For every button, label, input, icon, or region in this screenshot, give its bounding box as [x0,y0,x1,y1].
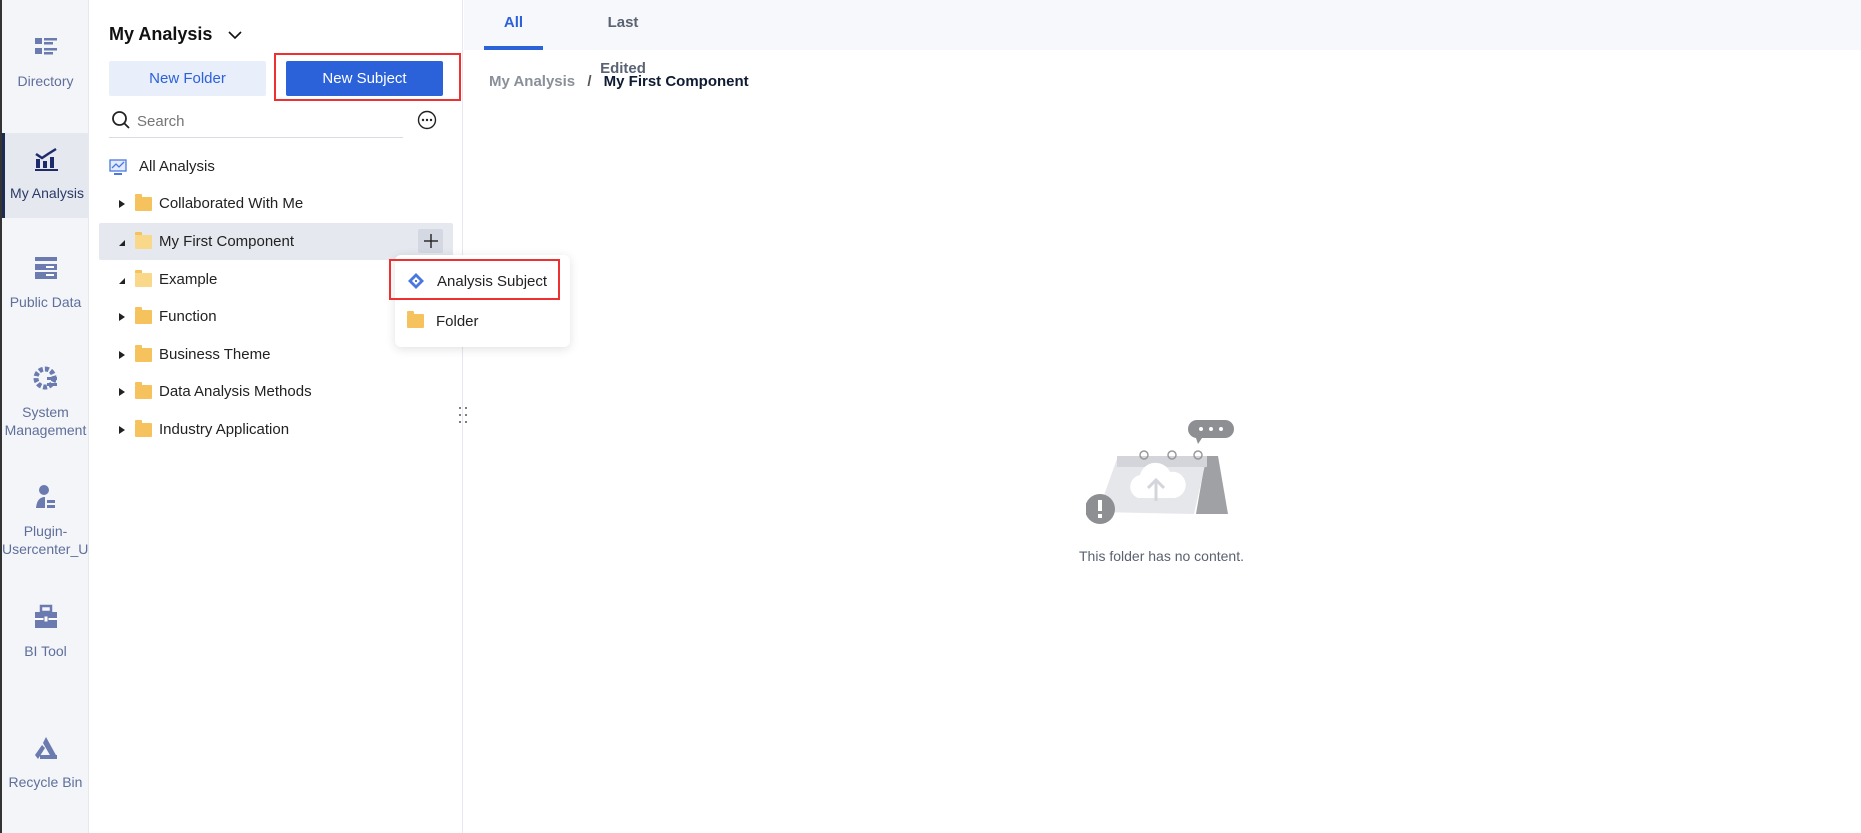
tree-item-collaborated[interactable]: Collaborated With Me [99,185,453,222]
expand-arrow-icon[interactable] [119,312,125,321]
highlight-box [274,53,461,101]
expand-arrow-icon[interactable] [119,350,125,359]
recycle-icon [34,737,57,759]
user-icon [35,485,55,508]
analysis-chart-icon [35,147,58,171]
analysis-panel: My Analysis New Folder New Subject All A… [89,0,463,833]
tree-item-label: Business Theme [159,346,271,363]
tree-item-industry-application[interactable]: Industry Application [99,411,453,448]
tree-item-label: All Analysis [139,158,215,175]
folder-icon [407,311,424,328]
sidebar: Directory My Analysis Public Data System… [0,0,115,833]
sidebar-item-public-data[interactable]: Public Data [2,255,89,311]
sidebar-item-label: BI Tool [24,643,67,659]
tree-item-label: Function [159,308,217,325]
collapse-arrow-icon[interactable] [119,239,125,246]
empty-state-text: This folder has no content. [1079,548,1244,564]
expand-arrow-icon[interactable] [119,387,125,396]
expand-arrow-icon[interactable] [119,199,125,208]
tree-root-all-analysis[interactable]: All Analysis [99,148,453,185]
tree-item-label: Example [159,271,218,288]
tree-item-label: Industry Application [159,421,290,438]
sidebar-item-label: Public Data [9,294,82,310]
empty-folder-illustration [1086,420,1234,524]
breadcrumb: My Analysis / My First Component [489,73,749,90]
panel-title-dropdown[interactable]: My Analysis [109,24,243,45]
open-folder-icon [135,269,152,287]
folder-icon [135,381,152,399]
tab-bar: All Last Edited [464,0,1861,77]
sidebar-item-label: System Management [4,404,87,438]
panel-title: My Analysis [109,24,213,44]
public-data-icon [34,257,57,279]
sidebar-item-my-analysis[interactable]: My Analysis [2,133,89,218]
sidebar-item-system-management[interactable]: System Management [2,365,89,439]
chevron-down-icon [228,31,242,40]
tree-item-data-analysis-methods[interactable]: Data Analysis Methods [99,373,453,410]
sidebar-item-label: My Analysis [10,185,84,201]
plus-icon [423,234,438,248]
sidebar-item-directory[interactable]: Directory [2,34,89,90]
tree-item-label: Data Analysis Methods [159,383,312,400]
folder-icon [135,344,152,362]
breadcrumb-parent[interactable]: My Analysis [489,73,575,90]
directory-icon [34,38,57,55]
sidebar-item-recycle-bin[interactable]: Recycle Bin [2,735,89,791]
add-button[interactable] [418,229,443,253]
search-underline [109,137,403,138]
search-icon [112,111,130,129]
sidebar-item-label: Recycle Bin [8,774,83,790]
main-content: All Last Edited My Analysis / My First C… [464,0,1861,833]
expand-arrow-icon[interactable] [119,425,125,434]
shared-folder-icon [135,193,152,211]
more-options-icon[interactable] [417,110,437,130]
tab-last-edited[interactable]: Last Edited [583,0,663,77]
tree-item-label: My First Component [159,233,295,250]
toolbox-icon [34,604,57,628]
search-input[interactable] [137,109,402,133]
folder-icon [135,419,152,437]
tab-all[interactable]: All [484,0,543,50]
collapse-arrow-icon[interactable] [119,277,125,284]
tree-item-label: Collaborated With Me [159,195,304,212]
folder-icon [135,306,152,324]
sidebar-item-plugin-usercenter[interactable]: Plugin-Usercenter_Use... [2,484,115,558]
all-analysis-icon [109,158,127,175]
new-folder-button[interactable]: New Folder [109,61,266,96]
open-folder-icon [135,231,152,249]
breadcrumb-separator: / [587,73,592,90]
sidebar-item-bi-tool[interactable]: BI Tool [2,604,89,660]
sidebar-item-label: Directory [17,73,74,89]
breadcrumb-current: My First Component [603,73,749,90]
gear-icon [33,366,57,390]
